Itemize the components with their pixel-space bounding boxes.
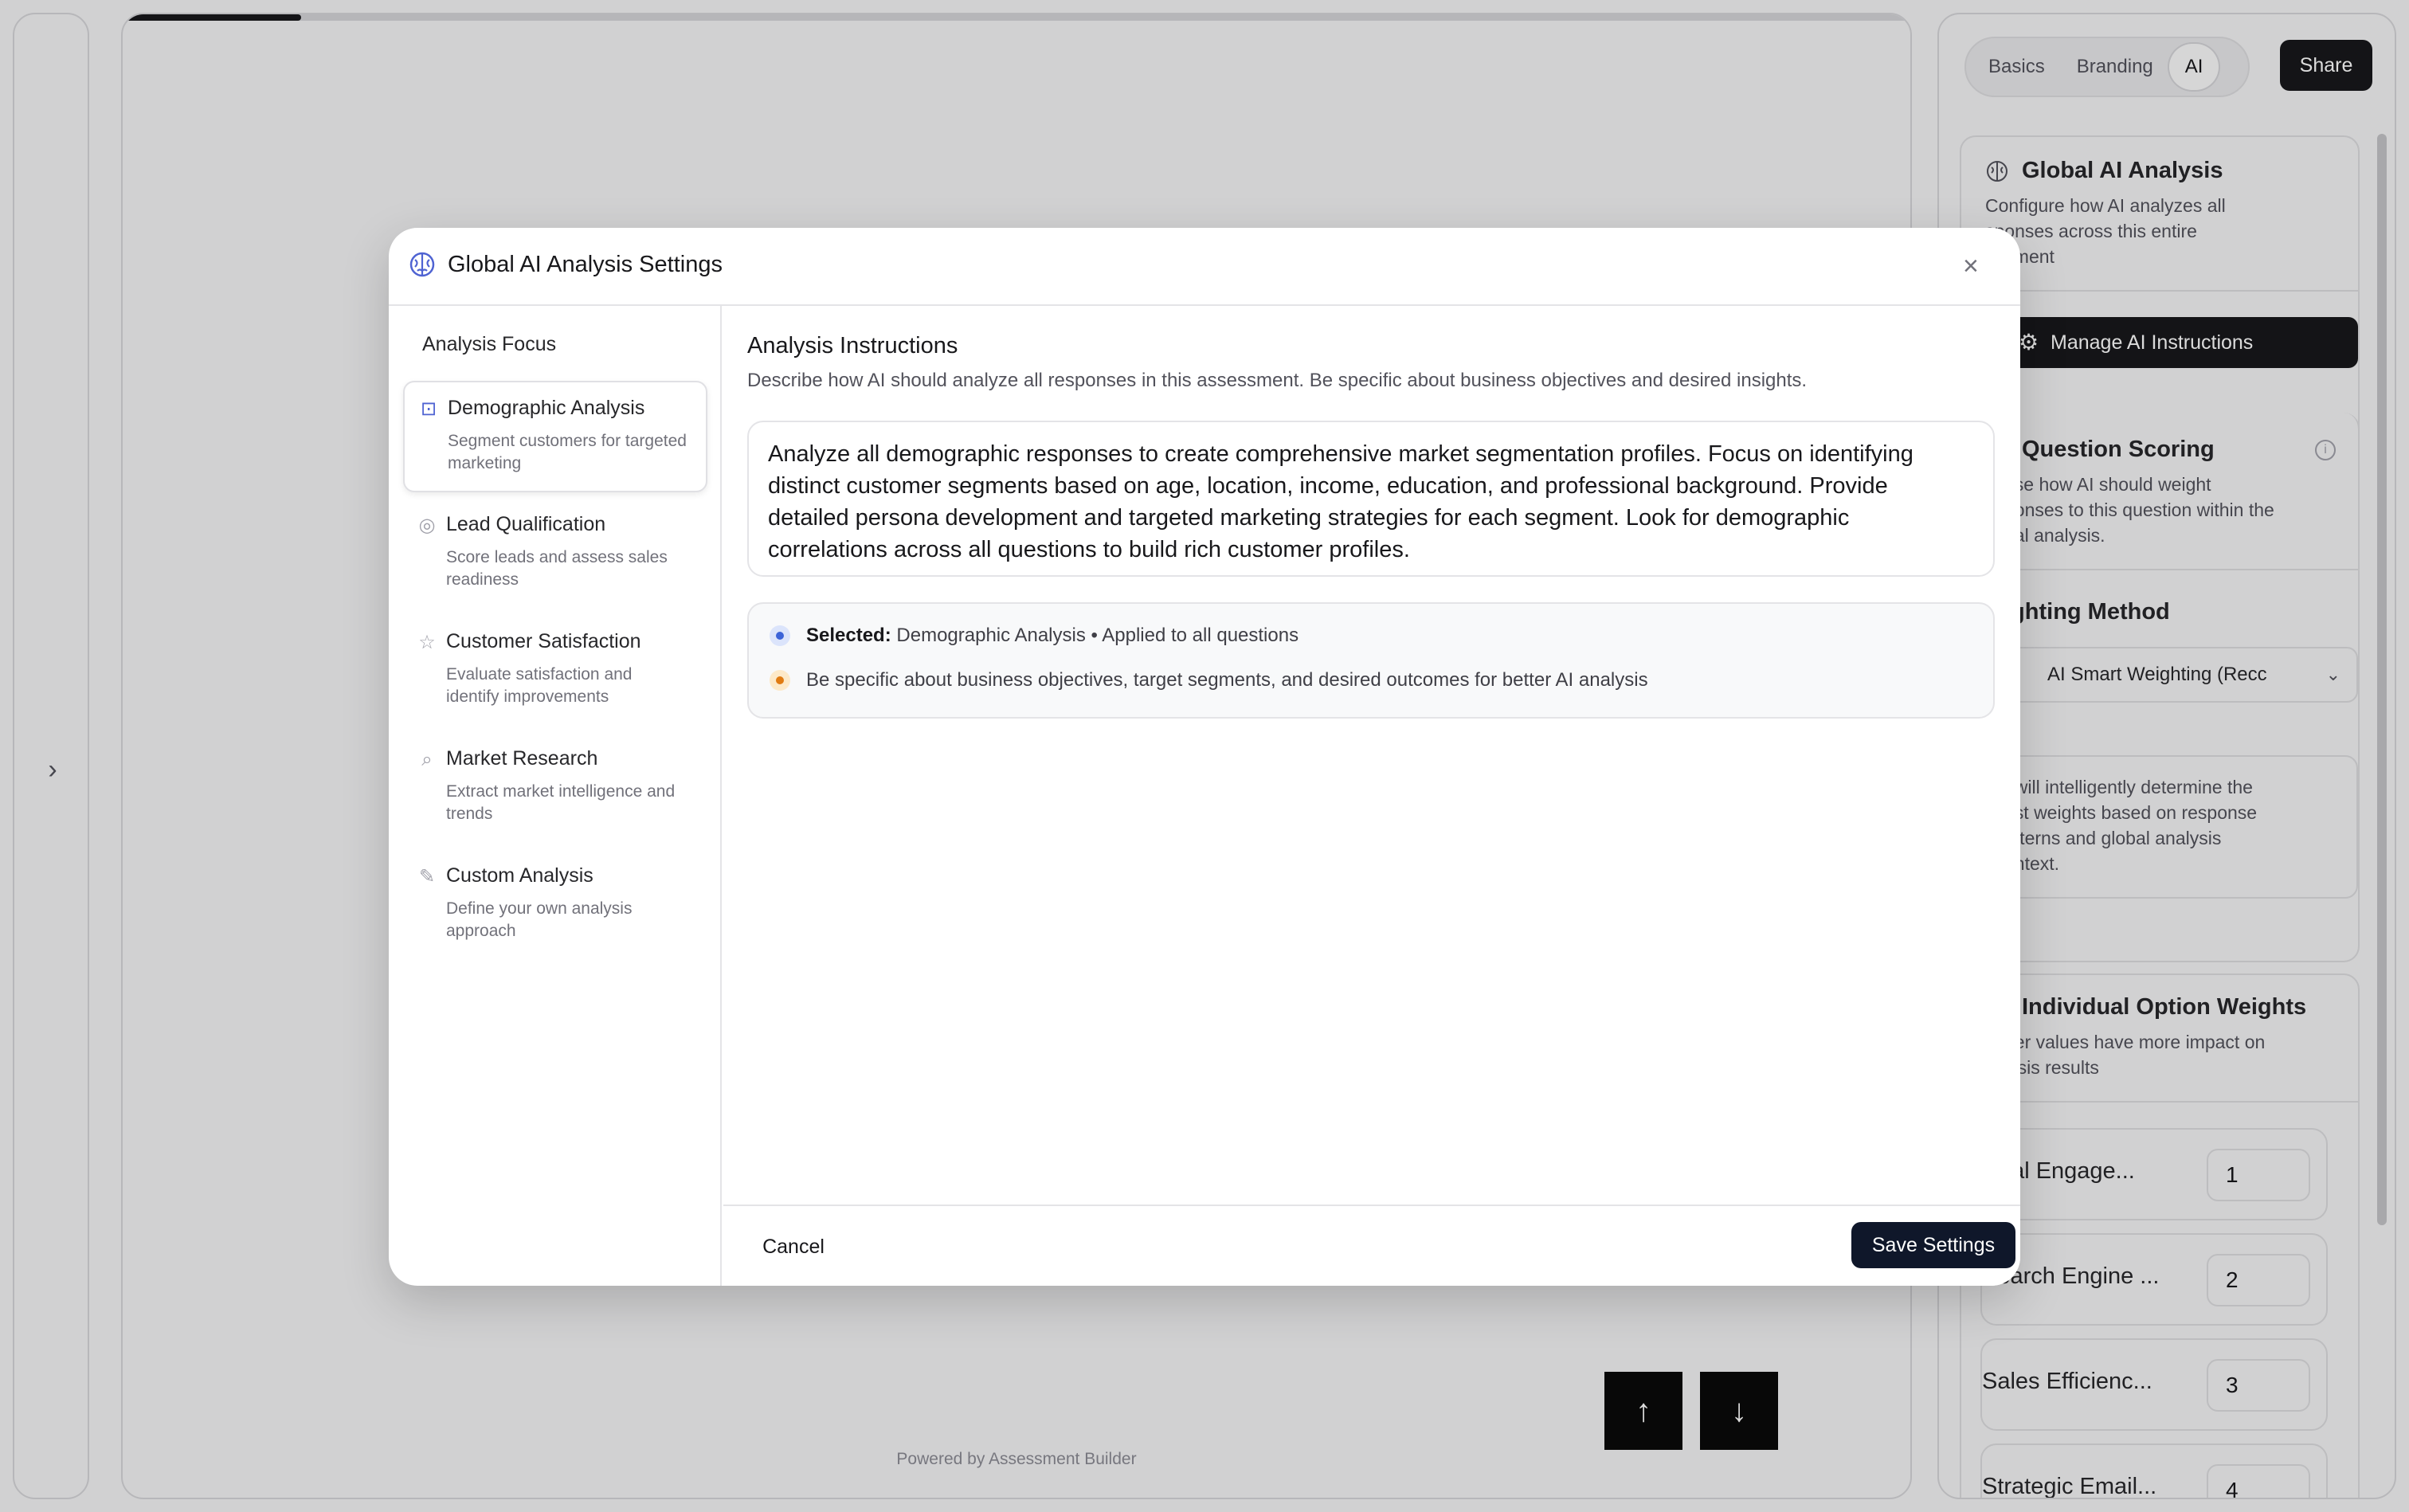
focus-option-description: Evaluate satisfaction and identify impro… (446, 665, 633, 706)
focus-option-description: Score leads and assess sales readiness (446, 548, 668, 589)
focus-option-title: Lead Qualification (446, 513, 606, 535)
target-icon: ◎ (418, 515, 436, 536)
tip-row: Be specific about business objectives, t… (770, 669, 1648, 691)
warning-dot-icon (770, 670, 790, 691)
pen-icon: ✎ (418, 866, 436, 887)
dialog-footer: Cancel Save Settings (723, 1205, 2020, 1286)
selected-label: Selected: (806, 625, 891, 646)
search-icon: ⌕ (421, 749, 433, 770)
analysis-instructions-title: Analysis Instructions (747, 333, 958, 358)
focus-option-title: Customer Satisfaction (446, 630, 641, 652)
focus-option-description: Extract market intelligence and trends (446, 782, 676, 823)
focus-option-description: Segment customers for targeted marketing (448, 432, 687, 472)
focus-option-title: Demographic Analysis (448, 397, 645, 419)
dialog-title: Global AI Analysis Settings (448, 252, 723, 277)
analysis-instructions-textarea[interactable]: Analyze all demographic responses to cre… (747, 421, 1995, 577)
focus-option-custom-analysis[interactable]: ✎ Custom Analysis Define your own analys… (403, 850, 707, 962)
analysis-focus-sidebar: Analysis Focus ⊡ Demographic Analysis Se… (389, 306, 722, 1286)
global-ai-settings-dialog: Global AI Analysis Settings × Analysis F… (389, 228, 2020, 1286)
brain-icon (409, 252, 435, 277)
focus-option-demographic-analysis[interactable]: ⊡ Demographic Analysis Segment customers… (403, 381, 707, 492)
save-settings-button[interactable]: Save Settings (1851, 1222, 2015, 1268)
focus-option-market-research[interactable]: ⌕ Market Research Extract market intelli… (403, 733, 707, 844)
info-dot-icon (770, 625, 790, 646)
analysis-focus-heading: Analysis Focus (422, 333, 557, 355)
focus-option-title: Market Research (446, 747, 598, 770)
analysis-instructions-section: Analysis Instructions Describe how AI sh… (723, 306, 2020, 1286)
focus-option-lead-qualification[interactable]: ◎ Lead Qualification Score leads and ass… (403, 499, 707, 610)
analysis-instructions-subtitle: Describe how AI should analyze all respo… (747, 370, 1808, 391)
selection-info-box: Selected: Demographic Analysis • Applied… (747, 602, 1995, 719)
person-card-icon: ⊡ (420, 398, 437, 420)
focus-option-customer-satisfaction[interactable]: ☆ Customer Satisfaction Evaluate satisfa… (403, 616, 707, 727)
selected-value: Demographic Analysis • Applied to all qu… (896, 625, 1299, 646)
focus-option-title: Custom Analysis (446, 864, 593, 887)
close-icon[interactable]: × (1963, 252, 1979, 280)
cancel-button[interactable]: Cancel (742, 1224, 844, 1270)
selected-info-row: Selected: Demographic Analysis • Applied… (770, 625, 1299, 647)
focus-option-description: Define your own analysis approach (446, 899, 633, 940)
star-icon: ☆ (418, 632, 436, 653)
dialog-header: Global AI Analysis Settings × (389, 228, 2020, 306)
tip-text: Be specific about business objectives, t… (806, 669, 1648, 691)
